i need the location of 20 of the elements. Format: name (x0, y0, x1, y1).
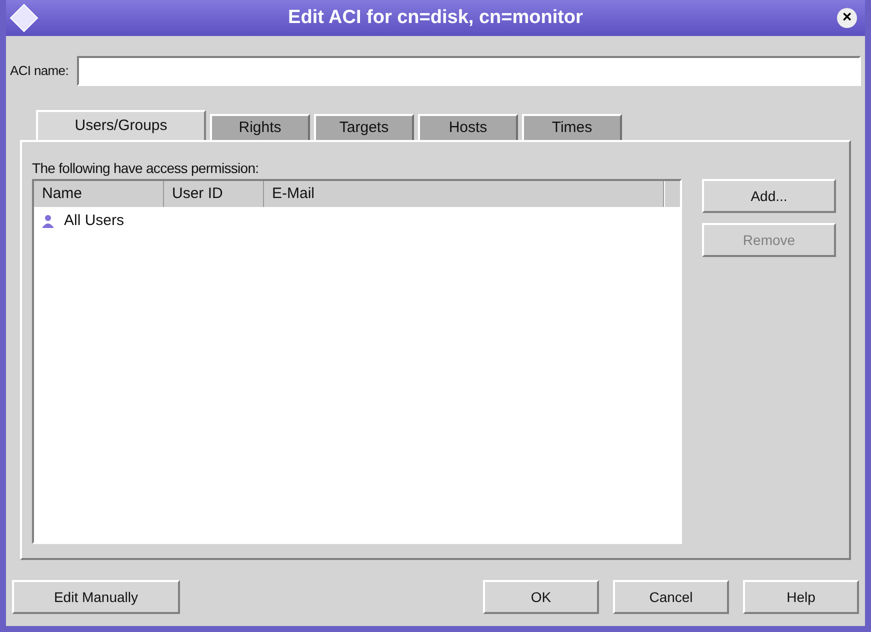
window-title: Edit ACI for cn=disk, cn=monitor (288, 6, 583, 30)
tab[interactable]: Hosts (418, 114, 518, 140)
tab[interactable]: Users/Groups (36, 110, 206, 140)
close-button[interactable]: × (836, 8, 857, 28)
table-cell-text: All Users (64, 210, 124, 231)
access-caption: The following have access permission: (32, 159, 260, 178)
dialog-button[interactable]: Help (743, 580, 859, 614)
column-header[interactable]: Name (34, 181, 164, 207)
user-icon (42, 214, 54, 228)
column-header[interactable]: User ID (164, 181, 264, 207)
tab[interactable]: Rights (210, 114, 310, 140)
dialog-button[interactable]: OK (483, 580, 599, 614)
tab[interactable]: Times (522, 114, 622, 140)
tab[interactable]: Targets (314, 114, 414, 140)
aci-name-label: ACI name: (10, 62, 68, 80)
dialog-button[interactable]: Cancel (613, 580, 729, 614)
edit-manually-button[interactable]: Edit Manually (12, 580, 180, 614)
aci-name-field[interactable] (76, 56, 861, 86)
column-header[interactable]: E-Mail (264, 181, 664, 207)
add-button[interactable]: Add... (702, 179, 836, 213)
